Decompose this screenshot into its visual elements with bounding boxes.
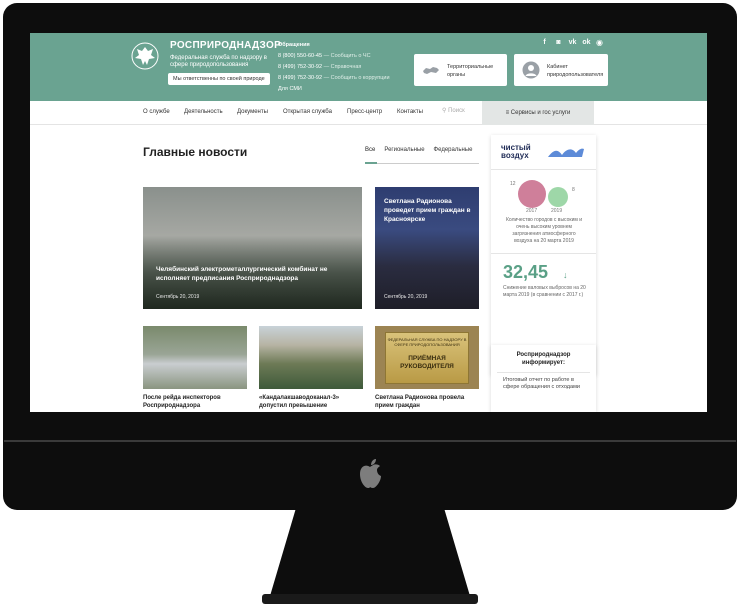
menu-icon: ≡ — [505, 110, 510, 116]
media-link[interactable]: Для СМИ — [278, 84, 390, 95]
widget-separator — [491, 169, 596, 170]
facebook-icon[interactable]: f — [540, 39, 549, 46]
contacts-block: Обращения 8 (800) 550-60-45 — Сообщить о… — [278, 40, 390, 95]
vk-icon[interactable]: vk — [568, 39, 577, 46]
services-button[interactable]: ≡ Сервисы и гос услуги — [482, 101, 594, 125]
apple-logo-icon — [360, 459, 381, 488]
news-heading: Главные новости — [143, 145, 248, 159]
informs-title: Росприроднадзор информирует: — [516, 352, 571, 366]
search-icon: ⚲ — [442, 108, 447, 114]
contacts-title[interactable]: Обращения — [278, 40, 390, 51]
news-filters: Все Региональные Федеральные — [365, 147, 472, 153]
news-card-date: Сентябрь 20, 2019 — [384, 294, 428, 300]
bubble-value-left: 12 — [510, 181, 516, 187]
down-arrow-icon: ↓ — [563, 270, 568, 280]
news-thumb-caption[interactable]: Светлана Радионова провела прием граждан — [375, 394, 481, 410]
brand-title[interactable]: РОСПРИРОДНАДЗОР — [170, 40, 281, 51]
emission-number: 32,45 — [503, 262, 549, 282]
russia-map-icon — [423, 67, 439, 74]
nav-item-press[interactable]: Пресс-центр — [347, 109, 382, 115]
mission-button[interactable]: Мы ответственны по своей природе — [168, 73, 270, 85]
main-nav: О службе Деятельность Документы Открытая… — [30, 101, 707, 125]
news-thumb-image[interactable] — [143, 326, 247, 389]
instagram-icon[interactable]: ◙ — [554, 39, 563, 46]
clean-air-logo: чистый воздух — [501, 143, 531, 160]
filter-active-indicator — [365, 162, 377, 164]
site-header: РОСПРИРОДНАДЗОР Федеральная служба по на… — [30, 33, 707, 101]
stat-description: Количество городов с высоким и очень выс… — [505, 217, 582, 244]
phone-row[interactable]: 8 (499) 752-30-92 — Сообщить о коррупции — [278, 73, 390, 84]
filter-regional[interactable]: Региональные — [384, 147, 424, 153]
widget-separator — [497, 372, 590, 373]
monitor-stand — [262, 508, 478, 604]
news-thumb-caption[interactable]: «Кандалакшаводоканал-3» допустил превыше… — [259, 394, 365, 410]
filter-all[interactable]: Все — [365, 147, 375, 153]
news-card-side[interactable]: Светлана Радионова проведет прием гражда… — [375, 187, 479, 309]
social-links: f ◙ vk ok — [540, 39, 591, 46]
filter-federal[interactable]: Федеральные — [434, 147, 473, 153]
news-card-date: Сентябрь 20, 2019 — [156, 294, 200, 300]
phone-row[interactable]: 8 (800) 550-60-45 — Сообщить о ЧС — [278, 51, 390, 62]
regions-label: Территориальные органы — [447, 64, 494, 78]
news-thumb-image[interactable]: ФЕДЕРАЛЬНАЯ СЛУЖБА ПО НАДЗОРУ В СФЕРЕ ПР… — [375, 326, 479, 389]
bubble-year-right: 2019 — [551, 208, 563, 214]
nav-item-documents[interactable]: Документы — [237, 109, 268, 115]
accessibility-eye-icon[interactable]: ◉ — [596, 38, 603, 47]
nav-item-about[interactable]: О службе — [143, 109, 170, 115]
news-card-title: Челябинский электрометаллургический комб… — [156, 266, 328, 282]
office-plaque: ФЕДЕРАЛЬНАЯ СЛУЖБА ПО НАДЗОРУ В СФЕРЕ ПР… — [385, 332, 469, 384]
regions-tile[interactable]: Территориальные органы — [414, 54, 507, 86]
main-content: Главные новости Все Региональные Федерал… — [30, 125, 707, 412]
filters-underline — [365, 163, 479, 164]
nav-item-contacts[interactable]: Контакты — [397, 109, 423, 115]
nav-item-open-service[interactable]: Открытая служба — [283, 109, 332, 115]
brand-subtitle: Федеральная служба по надзору в сфере пр… — [170, 55, 267, 68]
bubble-value-right: 8 — [572, 187, 575, 193]
ok-icon[interactable]: ok — [582, 39, 591, 46]
informs-widget[interactable]: Росприроднадзор информирует: Итоговый от… — [491, 345, 596, 412]
user-icon — [522, 61, 540, 79]
phone-row[interactable]: 8 (499) 752-30-92 — Справочная — [278, 62, 390, 73]
browser-screen: РОСПРИРОДНАДЗОР Федеральная служба по на… — [30, 33, 707, 412]
news-thumb-caption[interactable]: После рейда инспекторов Росприроднадзора — [143, 394, 249, 410]
widget-separator — [491, 253, 596, 254]
bubble-year-left: 2017 — [526, 208, 538, 214]
clean-air-wave-icon — [548, 148, 584, 157]
search-input[interactable]: ⚲ Поиск — [442, 107, 465, 114]
bubble-2019 — [548, 187, 568, 207]
cabinet-tile[interactable]: Кабинет природопользователя — [514, 54, 608, 86]
news-card-main[interactable]: Челябинский электрометаллургический комб… — [143, 187, 362, 309]
news-thumb-image[interactable] — [259, 326, 363, 389]
informs-text[interactable]: Итоговый отчет по работе в сфере обращен… — [503, 377, 588, 391]
emission-description: Снижение валовых выбросов на 20 марта 20… — [503, 285, 586, 298]
coat-of-arms-icon — [131, 42, 159, 70]
bubble-2017 — [518, 180, 546, 208]
cabinet-label: Кабинет природопользователя — [547, 64, 604, 78]
nav-item-activity[interactable]: Деятельность — [184, 109, 223, 115]
news-card-title: Светлана Радионова проведет прием гражда… — [384, 198, 471, 223]
clean-air-widget[interactable]: чистый воздух 12 8 2017 2019 Количество г… — [491, 135, 596, 375]
